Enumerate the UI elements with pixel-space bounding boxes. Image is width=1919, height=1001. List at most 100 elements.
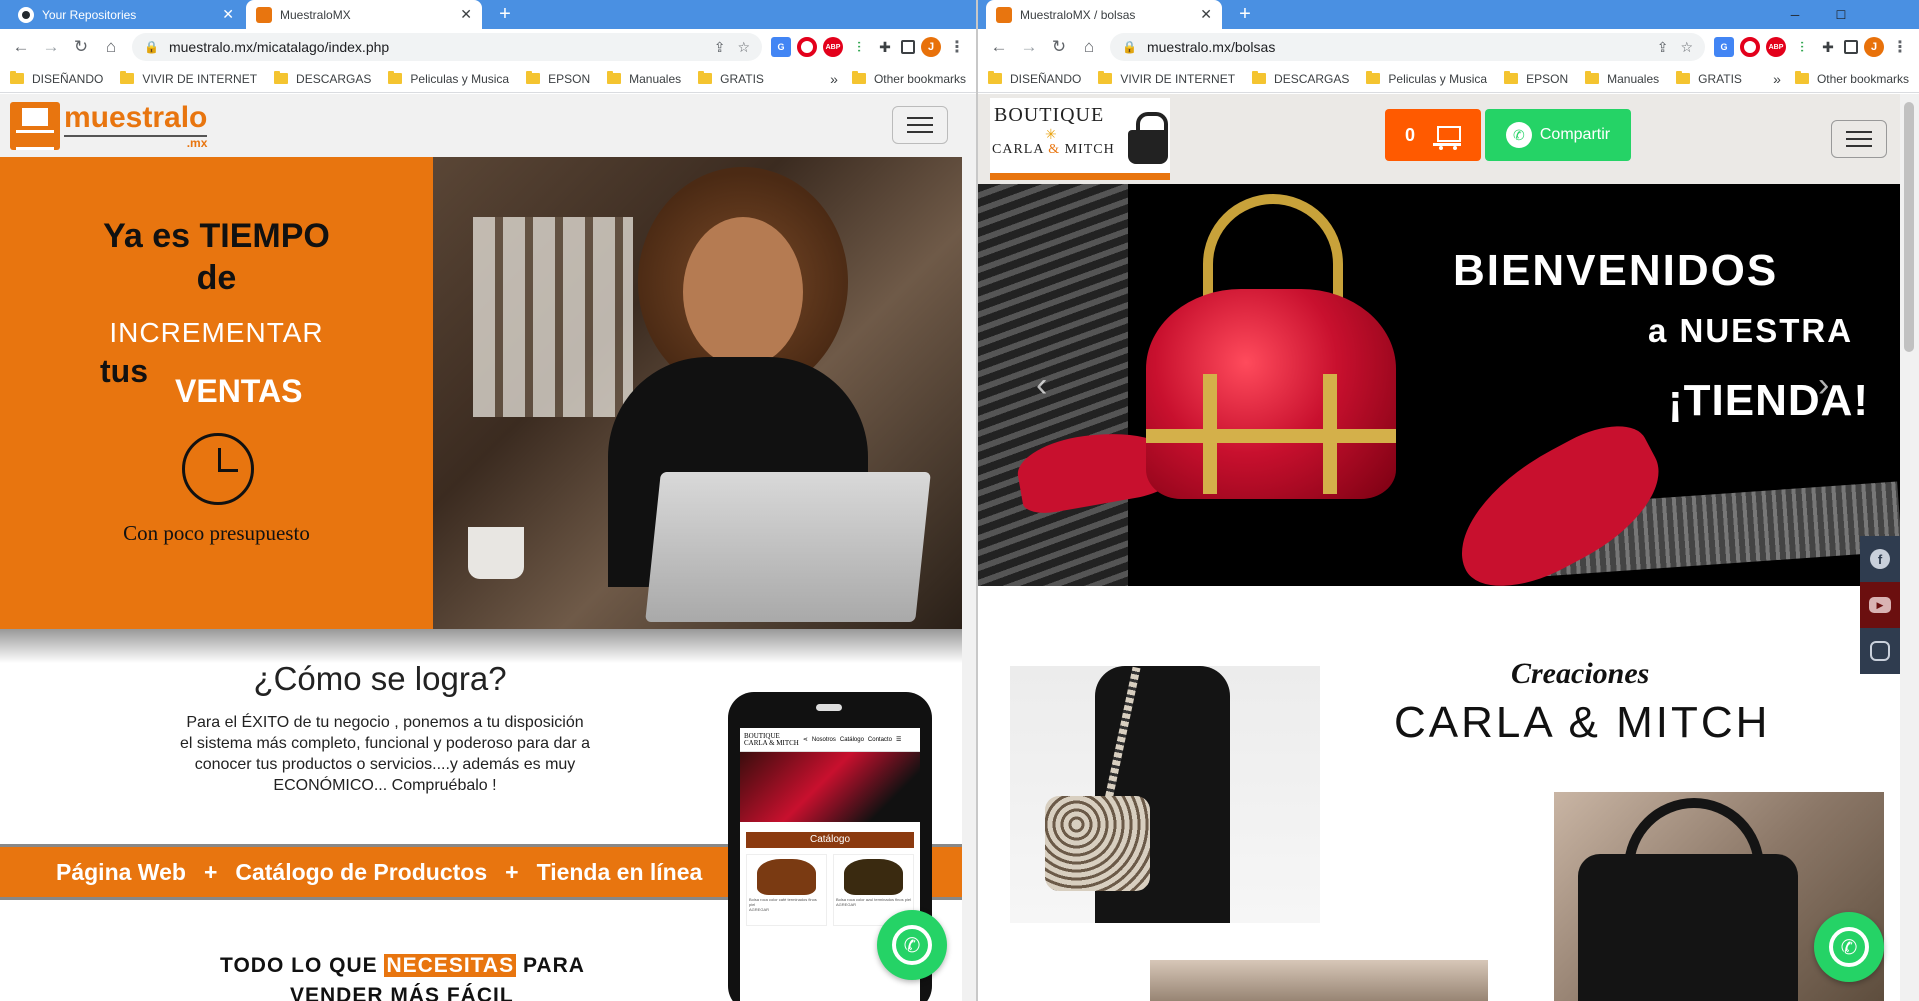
muestralo-logo-icon [10,102,60,150]
bookmark-vivir-de-internet[interactable]: VIVIR DE INTERNET [120,71,257,86]
whatsapp-share-button[interactable]: ✆ Compartir [1485,109,1631,161]
section-body: Para el ÉXITO de tu negocio , ponemos a … [180,714,590,794]
adblock-extension-icon[interactable]: ABP [1766,37,1786,57]
new-tab-button[interactable]: + [1230,0,1260,29]
other-bookmarks[interactable]: Other bookmarks [851,71,966,86]
home-button[interactable]: ⌂ [96,32,126,62]
carousel-next-chevron-icon[interactable]: › [1818,366,1829,405]
github-icon [18,6,34,23]
opera-extension-icon[interactable] [1740,37,1760,57]
tab-muestralomx-bolsas[interactable]: MuestraloMX / bolsas ✕ [986,0,1222,29]
bookmark-manuales[interactable]: Manuales [607,71,681,86]
hero-banner: Ya es TIEMPO de INCREMENTAR tus VENTAS C… [0,157,962,629]
bookmark-manuales[interactable]: Manuales [1585,71,1659,86]
bookmarks-bar: DISEÑANDO VIVIR DE INTERNET DESCARGAS Pe… [978,65,1919,93]
back-button[interactable]: ← [6,32,36,62]
tab-strip: MuestraloMX / bolsas ✕ + ─ ☐ [978,0,1919,29]
profile-avatar[interactable]: J [1864,37,1884,57]
translate-extension-icon[interactable]: G [1714,37,1734,57]
brand-title: CARLA & MITCH [1394,698,1771,747]
phone-banner-image [740,752,920,822]
handbag-icon [1128,112,1168,164]
whatsapp-float-button[interactable] [877,910,947,980]
bookmark-descargas[interactable]: DESCARGAS [274,71,371,86]
close-icon[interactable]: ✕ [222,6,234,23]
section-title: ¿Cómo se logra? [253,660,507,697]
adblock-extension-icon[interactable]: ABP [823,37,843,57]
translate-extension-icon[interactable]: G [771,37,791,57]
forward-button[interactable]: → [1014,32,1044,62]
left-browser-window: Your Repositories ✕ MuestraloMX ✕ + ← → … [0,0,978,1001]
folder-icon [274,71,289,84]
browser-toolbar: ← → ↻ ⌂ 🔒 muestralo.mx/bolsas ⇪ ☆ G ABP … [978,29,1919,65]
address-bar[interactable]: 🔒 muestralo.mx/micatalago/index.php ⇪ ☆ [132,33,762,61]
reload-button[interactable]: ↻ [1044,32,1074,62]
side-panel-icon[interactable] [901,40,915,54]
bookmark-descargas[interactable]: DESCARGAS [1252,71,1349,86]
bookmark-epson[interactable]: EPSON [1504,71,1568,86]
share-icon[interactable]: ⇪ [714,39,726,56]
muestralo-logo[interactable]: muestralo .mx [10,102,208,150]
carousel-prev-chevron-icon[interactable]: ‹ [1036,366,1047,405]
home-button[interactable]: ⌂ [1074,32,1104,62]
clock-icon [182,433,254,505]
share-icon: ⋖ [802,737,808,743]
kebab-menu-icon[interactable]: ⋮ [947,37,967,57]
facebook-icon[interactable]: f [1860,536,1900,582]
minimize-icon[interactable]: ─ [1772,0,1818,29]
extensions-puzzle-icon[interactable]: ✚ [1818,37,1838,57]
close-icon[interactable]: ✕ [460,6,472,23]
folder-icon [1585,71,1600,84]
back-button[interactable]: ← [984,32,1014,62]
hamburger-menu-button[interactable] [1831,120,1887,158]
right-browser-window: MuestraloMX / bolsas ✕ + ─ ☐ ← → ↻ ⌂ 🔒 m… [978,0,1919,1001]
new-tab-button[interactable]: + [490,0,520,29]
bookmark-epson[interactable]: EPSON [526,71,590,86]
boutique-carla-mitch-logo[interactable]: BOUTIQUE ✳ CARLA & MITCH [990,98,1170,180]
forward-button[interactable]: → [36,32,66,62]
tab-your-repositories[interactable]: Your Repositories ✕ [8,0,244,29]
more-bookmarks-chevron[interactable]: » [1773,71,1781,87]
extensions-puzzle-icon[interactable]: ✚ [875,37,895,57]
bookmark-peliculas-y-musica[interactable]: Peliculas y Musica [1366,71,1487,86]
bookmark-vivir-de-internet[interactable]: VIVIR DE INTERNET [1098,71,1235,86]
bookmark-disenando[interactable]: DISEÑANDO [10,71,103,86]
close-icon[interactable]: ✕ [1200,6,1212,23]
instagram-icon[interactable]: ◎ [1860,628,1900,674]
folder-icon [988,71,1002,84]
address-bar[interactable]: 🔒 muestralo.mx/bolsas ⇪ ☆ [1110,33,1705,61]
other-bookmarks[interactable]: Other bookmarks [1794,71,1909,86]
maximize-icon[interactable]: ☐ [1818,0,1864,29]
reload-button[interactable]: ↻ [66,32,96,62]
browser-toolbar: ← → ↻ ⌂ 🔒 muestralo.mx/micatalago/index.… [0,29,976,65]
bookmark-star-icon[interactable]: ☆ [1680,39,1693,56]
bookmark-disenando[interactable]: DISEÑANDO [988,71,1081,86]
folder-icon [1366,71,1381,84]
todo-heading: TODO LO QUE NECESITAS PARA [220,954,585,977]
side-panel-icon[interactable] [1844,40,1858,54]
scrollbar[interactable] [1900,94,1919,1001]
cart-button[interactable]: 0 [1385,109,1481,161]
profile-avatar[interactable]: J [921,37,941,57]
equalizer-extension-icon[interactable]: ⫶ [1792,37,1812,57]
scrollbar[interactable] [962,94,976,1001]
folder-icon [1676,71,1691,84]
whatsapp-float-button[interactable] [1814,912,1884,982]
whatsapp-icon: ✆ [1505,122,1532,148]
bookmark-gratis[interactable]: GRATIS [1676,71,1742,86]
bookmark-peliculas-y-musica[interactable]: Peliculas y Musica [388,71,509,86]
opera-extension-icon[interactable] [797,37,817,57]
whatsapp-icon [892,925,932,965]
hamburger-menu-button[interactable] [892,106,948,144]
tab-muestralomx[interactable]: MuestraloMX ✕ [246,0,482,29]
hamburger-icon: ☰ [895,737,902,743]
bookmark-gratis[interactable]: GRATIS [698,71,764,86]
youtube-icon[interactable]: ▶ [1860,582,1900,628]
equalizer-extension-icon[interactable]: ⫶ [849,37,869,57]
creaciones-script-title: Creaciones [1511,657,1650,690]
more-bookmarks-chevron[interactable]: » [830,71,838,87]
share-icon[interactable]: ⇪ [1657,39,1669,56]
kebab-menu-icon[interactable]: ⋮ [1890,37,1910,57]
bookmark-star-icon[interactable]: ☆ [737,39,750,56]
scrollbar-thumb[interactable] [1904,102,1914,352]
